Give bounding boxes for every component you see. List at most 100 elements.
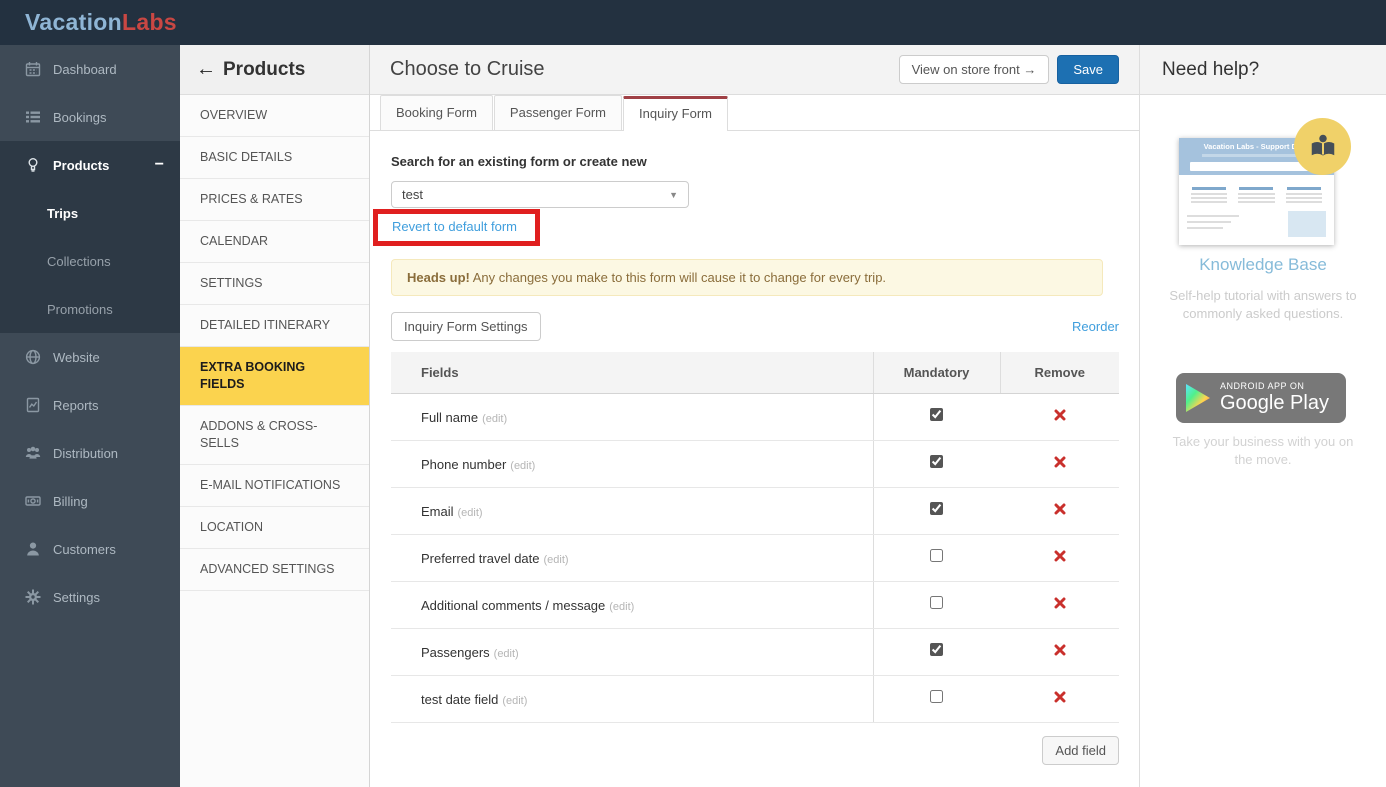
mandatory-checkbox[interactable] bbox=[930, 643, 944, 656]
sidebar-item-reports[interactable]: Reports bbox=[0, 381, 180, 429]
google-play-badge[interactable]: ANDROID APP ON Google Play bbox=[1176, 373, 1346, 423]
main-content: Choose to Cruise View on store front → S… bbox=[370, 45, 1139, 787]
sidebar-item-website[interactable]: Website bbox=[0, 333, 180, 381]
sidebar-item-dashboard[interactable]: Dashboard bbox=[0, 45, 180, 93]
form-select[interactable]: test ▼ bbox=[391, 181, 689, 208]
mandatory-checkbox[interactable] bbox=[930, 690, 944, 703]
inquiry-form-panel: Search for an existing form or create ne… bbox=[370, 131, 1139, 787]
remove-icon[interactable] bbox=[1054, 503, 1066, 515]
google-play-icon bbox=[1186, 384, 1210, 412]
field-name: Phone number bbox=[421, 456, 507, 472]
mandatory-checkbox[interactable] bbox=[930, 408, 944, 421]
logo-part-vacation: Vacation bbox=[25, 9, 122, 35]
tab-inquiry-form[interactable]: Inquiry Form bbox=[623, 96, 728, 131]
menu-item-calendar[interactable]: CALENDAR bbox=[180, 221, 369, 263]
edit-link[interactable]: (edit) bbox=[510, 460, 535, 472]
mandatory-checkbox[interactable] bbox=[930, 455, 944, 468]
sidebar-subitem-trips[interactable]: Trips bbox=[0, 189, 180, 237]
menu-item-addons-cross-sells[interactable]: ADDONS & CROSS-SELLS bbox=[180, 406, 369, 465]
google-play-line1: ANDROID APP ON bbox=[1220, 381, 1305, 391]
book-reader-icon bbox=[1311, 134, 1334, 155]
remove-icon[interactable] bbox=[1054, 691, 1066, 703]
list-icon bbox=[26, 111, 40, 123]
remove-icon[interactable] bbox=[1054, 597, 1066, 609]
sidebar-subitem-promotions[interactable]: Promotions bbox=[0, 285, 180, 333]
app: VacationLabs Dashboard Bookings Products… bbox=[0, 0, 1386, 787]
tab-booking-form[interactable]: Booking Form bbox=[380, 95, 493, 130]
help-panel: Need help? Vacation Labs - Support Desk bbox=[1139, 45, 1386, 787]
edit-link[interactable]: (edit) bbox=[502, 695, 527, 707]
inquiry-form-settings-button[interactable]: Inquiry Form Settings bbox=[391, 312, 541, 341]
menu-item-prices-rates[interactable]: PRICES & RATES bbox=[180, 179, 369, 221]
menu-item-extra-booking-fields[interactable]: EXTRA BOOKING FIELDS bbox=[180, 347, 369, 406]
remove-icon[interactable] bbox=[1054, 550, 1066, 562]
form-tabs: Booking Form Passenger Form Inquiry Form bbox=[370, 95, 1139, 131]
knowledge-base-link[interactable]: Knowledge Base bbox=[1140, 255, 1386, 275]
edit-link[interactable]: (edit) bbox=[544, 554, 569, 566]
field-name: Full name bbox=[421, 409, 479, 425]
table-toolbar: Inquiry Form Settings Reorder bbox=[391, 312, 1119, 341]
page-title: Choose to Cruise bbox=[390, 58, 545, 80]
fields-table: Fields Mandatory Remove Full name(edit) bbox=[391, 352, 1119, 723]
thumbnail-footer bbox=[1179, 203, 1334, 237]
page-header: Choose to Cruise View on store front → S… bbox=[370, 45, 1139, 95]
edit-link[interactable]: (edit) bbox=[482, 413, 507, 425]
sidebar-subitem-collections[interactable]: Collections bbox=[0, 237, 180, 285]
sidebar-item-label: Distribution bbox=[53, 445, 119, 461]
table-row: Passengers (edit) bbox=[391, 628, 1119, 676]
sidebar-item-settings[interactable]: Settings bbox=[0, 573, 180, 621]
revert-to-default-link[interactable]: Revert to default form bbox=[392, 219, 517, 234]
alert-text: Any changes you make to this form will c… bbox=[469, 270, 887, 285]
view-store-front-button[interactable]: View on store front → bbox=[898, 55, 1050, 84]
thumbnail-info-box bbox=[1288, 211, 1326, 237]
remove-icon[interactable] bbox=[1054, 644, 1066, 656]
mandatory-checkbox[interactable] bbox=[930, 596, 944, 609]
people-group-icon bbox=[25, 446, 41, 459]
menu-item-detailed-itinerary[interactable]: DETAILED ITINERARY bbox=[180, 305, 369, 347]
menu-item-location[interactable]: LOCATION bbox=[180, 507, 369, 549]
menu-item-email-notifications[interactable]: E-MAIL NOTIFICATIONS bbox=[180, 465, 369, 507]
form-search-label: Search for an existing form or create ne… bbox=[391, 154, 647, 169]
person-icon bbox=[27, 542, 39, 556]
menu-item-basic-details[interactable]: BASIC DETAILS bbox=[180, 137, 369, 179]
menu-item-settings[interactable]: SETTINGS bbox=[180, 263, 369, 305]
mandatory-checkbox[interactable] bbox=[930, 549, 944, 562]
menu-item-advanced-settings[interactable]: ADVANCED SETTINGS bbox=[180, 549, 369, 591]
reorder-link[interactable]: Reorder bbox=[1072, 319, 1119, 334]
product-menu-title: Products bbox=[223, 58, 306, 80]
sidebar-item-products[interactable]: Products − bbox=[0, 141, 180, 189]
edit-link[interactable]: (edit) bbox=[458, 507, 483, 519]
column-header-mandatory: Mandatory bbox=[872, 352, 1000, 394]
edit-link[interactable]: (edit) bbox=[609, 601, 634, 613]
tab-passenger-form[interactable]: Passenger Form bbox=[493, 95, 623, 130]
menu-item-overview[interactable]: OVERVIEW bbox=[180, 95, 369, 137]
sidebar-item-customers[interactable]: Customers bbox=[0, 525, 180, 573]
field-name: test date field bbox=[421, 691, 499, 707]
sidebar-item-label: Settings bbox=[53, 589, 100, 605]
field-name: Email bbox=[421, 503, 454, 519]
sidebar-item-distribution[interactable]: Distribution bbox=[0, 429, 180, 477]
sidebar-item-label: Billing bbox=[53, 493, 88, 509]
sidebar-item-bookings[interactable]: Bookings bbox=[0, 93, 180, 141]
table-row: Phone number (edit) bbox=[391, 440, 1119, 488]
remove-icon[interactable] bbox=[1054, 456, 1066, 468]
edit-link[interactable]: (edit) bbox=[494, 648, 519, 660]
save-button[interactable]: Save bbox=[1057, 55, 1119, 84]
knowledge-base-description: Self-help tutorial with answers to commo… bbox=[1169, 288, 1357, 321]
table-row: test date field (edit) bbox=[391, 675, 1119, 723]
product-menu-back[interactable]: ← Products bbox=[180, 45, 369, 95]
add-field-button[interactable]: Add field bbox=[1042, 736, 1119, 765]
sidebar-item-billing[interactable]: Billing bbox=[0, 477, 180, 525]
banknote-icon bbox=[25, 496, 41, 506]
table-row: Full name (edit) bbox=[391, 393, 1119, 441]
top-navbar: VacationLabs bbox=[0, 0, 1386, 45]
report-document-icon bbox=[26, 397, 40, 413]
vacationlabs-logo[interactable]: VacationLabs bbox=[25, 9, 177, 36]
remove-icon[interactable] bbox=[1054, 409, 1066, 421]
google-play-description: Take your business with you on the move. bbox=[1172, 434, 1354, 467]
sidebar-item-label: Bookings bbox=[53, 109, 107, 125]
field-name: Passengers bbox=[421, 644, 490, 660]
mandatory-checkbox[interactable] bbox=[930, 502, 944, 515]
main-sidebar: Dashboard Bookings Products − Trips Coll… bbox=[0, 45, 180, 787]
collapse-minus-icon[interactable]: − bbox=[155, 156, 164, 174]
